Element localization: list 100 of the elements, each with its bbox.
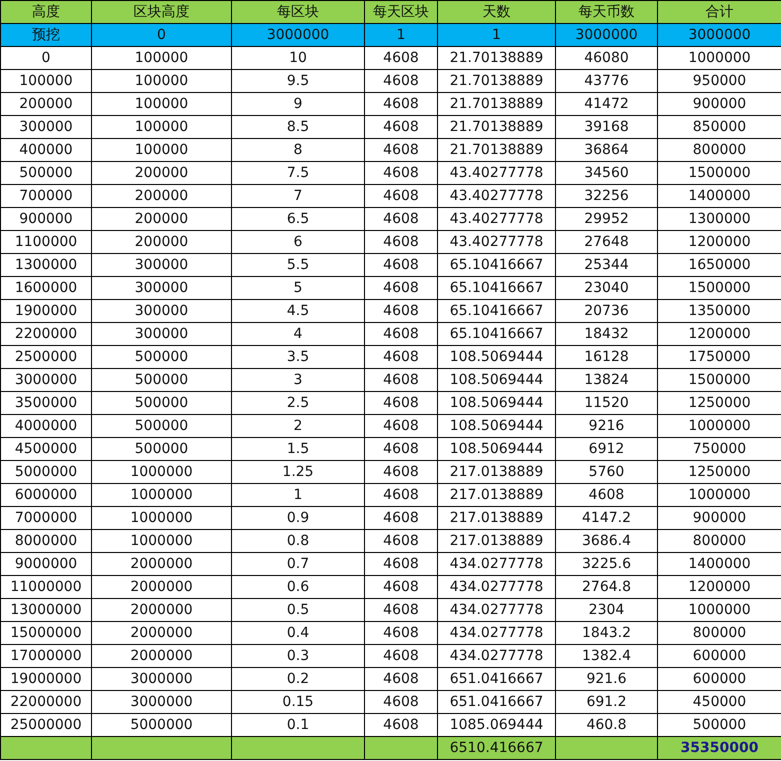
table-cell: 3225.6 [556,552,658,576]
table-cell: 0.2 [232,668,364,690]
table-cell: 8000000 [0,530,92,552]
table-cell: 4608 [364,116,438,138]
table-cell: 43.40277778 [438,184,556,208]
table-cell: 43776 [556,70,658,92]
table-cell: 4608 [364,346,438,368]
days-total: 6510.416667 [450,740,544,756]
table-cell: 4000000 [0,414,92,438]
table-cell: 32256 [556,184,658,208]
table-cell: 200000 [92,184,232,208]
column-header: 合计 [658,0,781,24]
table-cell: 22000000 [0,690,92,714]
table-cell: 0.15 [232,690,364,714]
table-cell: 300000 [92,300,232,322]
table-cell: 4147.2 [556,506,658,530]
table-cell: 0.9 [232,506,364,530]
table-cell: 21.70138889 [438,138,556,162]
column-header: 每天区块 [364,0,438,24]
table-cell: 0 [92,24,232,46]
table-cell: 15000000 [0,622,92,644]
table-cell: 2000000 [92,644,232,668]
table-cell: 4608 [364,506,438,530]
table-cell: 7000000 [0,506,92,530]
table-cell: 300000 [92,322,232,346]
table-cell: 4608 [364,208,438,230]
table-cell: 217.0138889 [438,484,556,506]
table-cell: 36864 [556,138,658,162]
table-cell: 6 [232,230,364,254]
table-cell: 1843.2 [556,622,658,644]
table-cell: 2.5 [232,392,364,414]
table-cell: 2000000 [92,552,232,576]
table-cell: 43.40277778 [438,208,556,230]
table-cell: 43.40277778 [438,230,556,254]
table-cell: 7.5 [232,162,364,184]
grand-total: 35350000 [680,740,758,756]
table-cell: 1000000 [92,460,232,484]
table-cell: 3000000 [0,368,92,392]
table-cell: 8 [232,138,364,162]
table-cell: 4608 [364,668,438,690]
table-cell: 4 [232,322,364,346]
table-cell: 4608 [364,368,438,392]
table-cell: 17000000 [0,644,92,668]
table-cell: 4500000 [0,438,92,460]
table-cell: 4608 [364,254,438,276]
table-cell: 4608 [364,460,438,484]
table-cell: 4608 [364,690,438,714]
table-cell: 400000 [0,138,92,162]
table-cell: 25344 [556,254,658,276]
table-cell: 65.10416667 [438,276,556,300]
table-cell: 4608 [364,276,438,300]
table-cell: 65.10416667 [438,254,556,276]
table-cell: 2764.8 [556,576,658,598]
table-cell: 0.5 [232,598,364,622]
table-cell: 4608 [364,138,438,162]
table-cell: 4608 [364,70,438,92]
table-cell: 65.10416667 [438,322,556,346]
table-cell: 4608 [364,162,438,184]
table-cell: 13824 [556,368,658,392]
table-cell: 9 [232,92,364,116]
table-cell: 4608 [364,184,438,208]
column-header: 高度 [0,0,92,24]
table-cell: 3000000 [658,24,781,46]
table-cell: 1000000 [92,484,232,506]
table-cell: 5000000 [0,460,92,484]
table-cell: 691.2 [556,690,658,714]
table-cell: 217.0138889 [438,506,556,530]
table-cell: 4608 [364,230,438,254]
table-cell: 21.70138889 [438,70,556,92]
table-cell: 4608 [364,92,438,116]
table-cell: 3500000 [0,392,92,414]
table-cell: 4608 [364,438,438,460]
table-cell: 217.0138889 [438,530,556,552]
table-cell: 100000 [92,70,232,92]
table-cell: 10 [232,46,364,70]
table-cell: 434.0277778 [438,644,556,668]
table-cell: 3000000 [556,24,658,46]
table-cell: 0.4 [232,622,364,644]
table-cell: 46080 [556,46,658,70]
table-cell: 1900000 [0,300,92,322]
table-cell: 1100000 [0,230,92,254]
table-cell: 20736 [556,300,658,322]
table-cell: 4608 [364,414,438,438]
table-cell: 41472 [556,92,658,116]
table-cell: 434.0277778 [438,598,556,622]
table-cell: 921.6 [556,668,658,690]
table-cell: 16128 [556,346,658,368]
table-cell: 11000000 [0,576,92,598]
table-cell: 3.5 [232,346,364,368]
table-cell: 100000 [0,70,92,92]
table-cell: 9.5 [232,70,364,92]
table-cell: 500000 [92,438,232,460]
table-cell: 100000 [92,138,232,162]
table-cell: 34560 [556,162,658,184]
table-cell: 500000 [92,346,232,368]
table-cell: 200000 [92,208,232,230]
column-header: 区块高度 [92,0,232,24]
table-cell: 108.5069444 [438,392,556,414]
table-cell: 0.8 [232,530,364,552]
table-cell: 200000 [92,162,232,184]
